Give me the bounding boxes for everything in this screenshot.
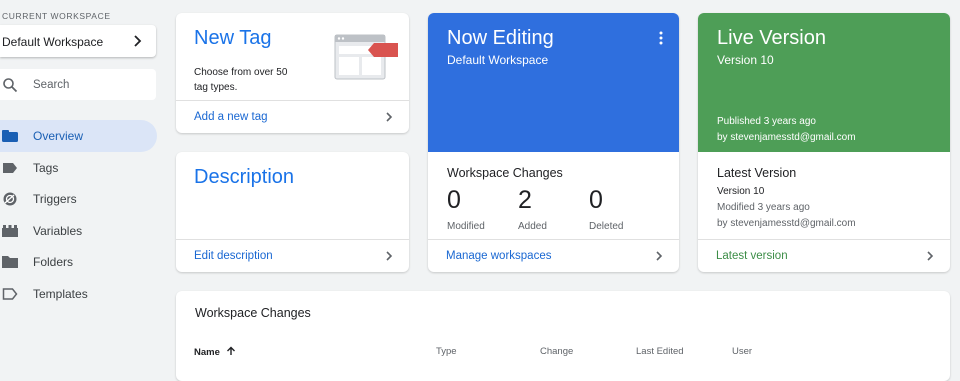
column-header-label: Name — [194, 347, 220, 358]
overview-icon — [2, 130, 18, 142]
stat-value: 0 — [447, 186, 461, 214]
description-card: Description Edit description — [176, 152, 409, 272]
sidebar-item-templates[interactable]: Templates — [0, 278, 157, 310]
sidebar-item-label: Folders — [33, 255, 74, 270]
search-input[interactable]: Search — [33, 79, 69, 91]
published-by: by stevenjamesstd@gmail.com — [717, 132, 856, 143]
sidebar-item-label: Overview — [33, 129, 84, 143]
sidebar-item-label: Templates — [33, 286, 88, 301]
latest-version-number: Version 10 — [717, 186, 765, 197]
live-version-title: Live Version — [717, 27, 826, 49]
live-version-card: Live Version Version 10 Published 3 year… — [698, 13, 950, 272]
tag-illustration-icon — [334, 34, 398, 80]
more-vert-icon[interactable] — [659, 31, 663, 45]
search-icon — [3, 78, 18, 93]
tag-icon — [3, 162, 17, 173]
chevron-right-icon — [386, 112, 393, 122]
column-header-type[interactable]: Type — [436, 346, 457, 357]
now-editing-header: Now Editing Default Workspace — [428, 13, 679, 152]
trigger-icon — [3, 192, 17, 206]
latest-version-link[interactable]: Latest version — [716, 250, 788, 262]
stat-label: Modified — [447, 221, 485, 232]
column-header-last-edited[interactable]: Last Edited — [636, 346, 684, 357]
sidebar-item-label: Variables — [33, 223, 83, 238]
folder-icon — [2, 256, 18, 269]
latest-version-modified: Modified 3 years ago — [717, 202, 810, 213]
workspace-selector[interactable]: Default Workspace — [0, 25, 156, 57]
stat-deleted: 0 Deleted — [589, 185, 623, 232]
chevron-right-icon — [134, 35, 142, 47]
manage-workspaces-link[interactable]: Manage workspaces — [446, 250, 551, 262]
sidebar-item-variables[interactable]: Variables — [0, 215, 157, 247]
live-version-footer[interactable]: Latest version — [698, 239, 950, 272]
stat-value: 0 — [589, 186, 603, 214]
sidebar: CURRENT WORKSPACE Default Workspace Sear… — [0, 0, 160, 372]
sidebar-item-label: Triggers — [33, 192, 77, 207]
now-editing-workspace: Default Workspace — [447, 53, 549, 67]
description-footer[interactable]: Edit description — [176, 239, 409, 272]
description-title: Description — [194, 166, 295, 188]
sidebar-item-overview[interactable]: Overview — [0, 120, 157, 152]
published-info: Published 3 years ago by stevenjamesstd@… — [717, 114, 856, 146]
variable-icon — [2, 224, 18, 237]
edit-description-link[interactable]: Edit description — [194, 250, 273, 262]
chevron-right-icon — [927, 251, 934, 261]
sidebar-item-label: Tags — [33, 160, 59, 175]
chevron-right-icon — [386, 251, 393, 261]
sidebar-item-triggers[interactable]: Triggers — [0, 183, 157, 215]
published-time: Published 3 years ago — [717, 116, 816, 127]
sidebar-item-folders[interactable]: Folders — [0, 246, 157, 278]
now-editing-footer[interactable]: Manage workspaces — [428, 239, 679, 272]
sidebar-item-tags[interactable]: Tags — [0, 152, 157, 184]
stat-modified: 0 Modified — [447, 185, 485, 232]
current-workspace-label: CURRENT WORKSPACE — [2, 11, 111, 21]
search-box[interactable]: Search — [0, 69, 156, 100]
live-version-header: Live Version Version 10 Published 3 year… — [698, 13, 950, 152]
workspace-changes-table: Workspace Changes Name Type Change Last … — [176, 291, 950, 381]
stat-added: 2 Added — [518, 185, 547, 232]
now-editing-card: Now Editing Default Workspace Workspace … — [428, 13, 679, 272]
template-icon — [2, 288, 18, 300]
arrow-upward-icon — [226, 346, 235, 355]
stat-label: Added — [518, 221, 547, 232]
sidebar-nav: Overview Tags Triggers Variables Folders… — [0, 120, 160, 310]
table-title: Workspace Changes — [195, 306, 311, 320]
live-version-number: Version 10 — [717, 53, 774, 67]
stat-value: 2 — [518, 186, 532, 214]
now-editing-title: Now Editing — [447, 27, 554, 49]
new-tag-description: Choose from over 50 tag types. — [194, 67, 288, 93]
new-tag-footer[interactable]: Add a new tag — [176, 100, 409, 133]
chevron-right-icon — [656, 251, 663, 261]
column-header-name[interactable]: Name — [194, 346, 236, 358]
latest-version-title: Latest Version — [717, 166, 797, 180]
column-header-change[interactable]: Change — [540, 346, 573, 357]
new-tag-card: New Tag Choose from over 50 tag types. A… — [176, 13, 409, 133]
workspace-name: Default Workspace — [2, 35, 104, 49]
workspace-changes-title: Workspace Changes — [447, 166, 563, 180]
new-tag-title[interactable]: New Tag — [194, 27, 271, 50]
stat-label: Deleted — [589, 221, 624, 232]
latest-version-by: by stevenjamesstd@gmail.com — [717, 218, 856, 229]
column-header-user[interactable]: User — [732, 346, 752, 357]
add-new-tag-link[interactable]: Add a new tag — [194, 111, 268, 123]
